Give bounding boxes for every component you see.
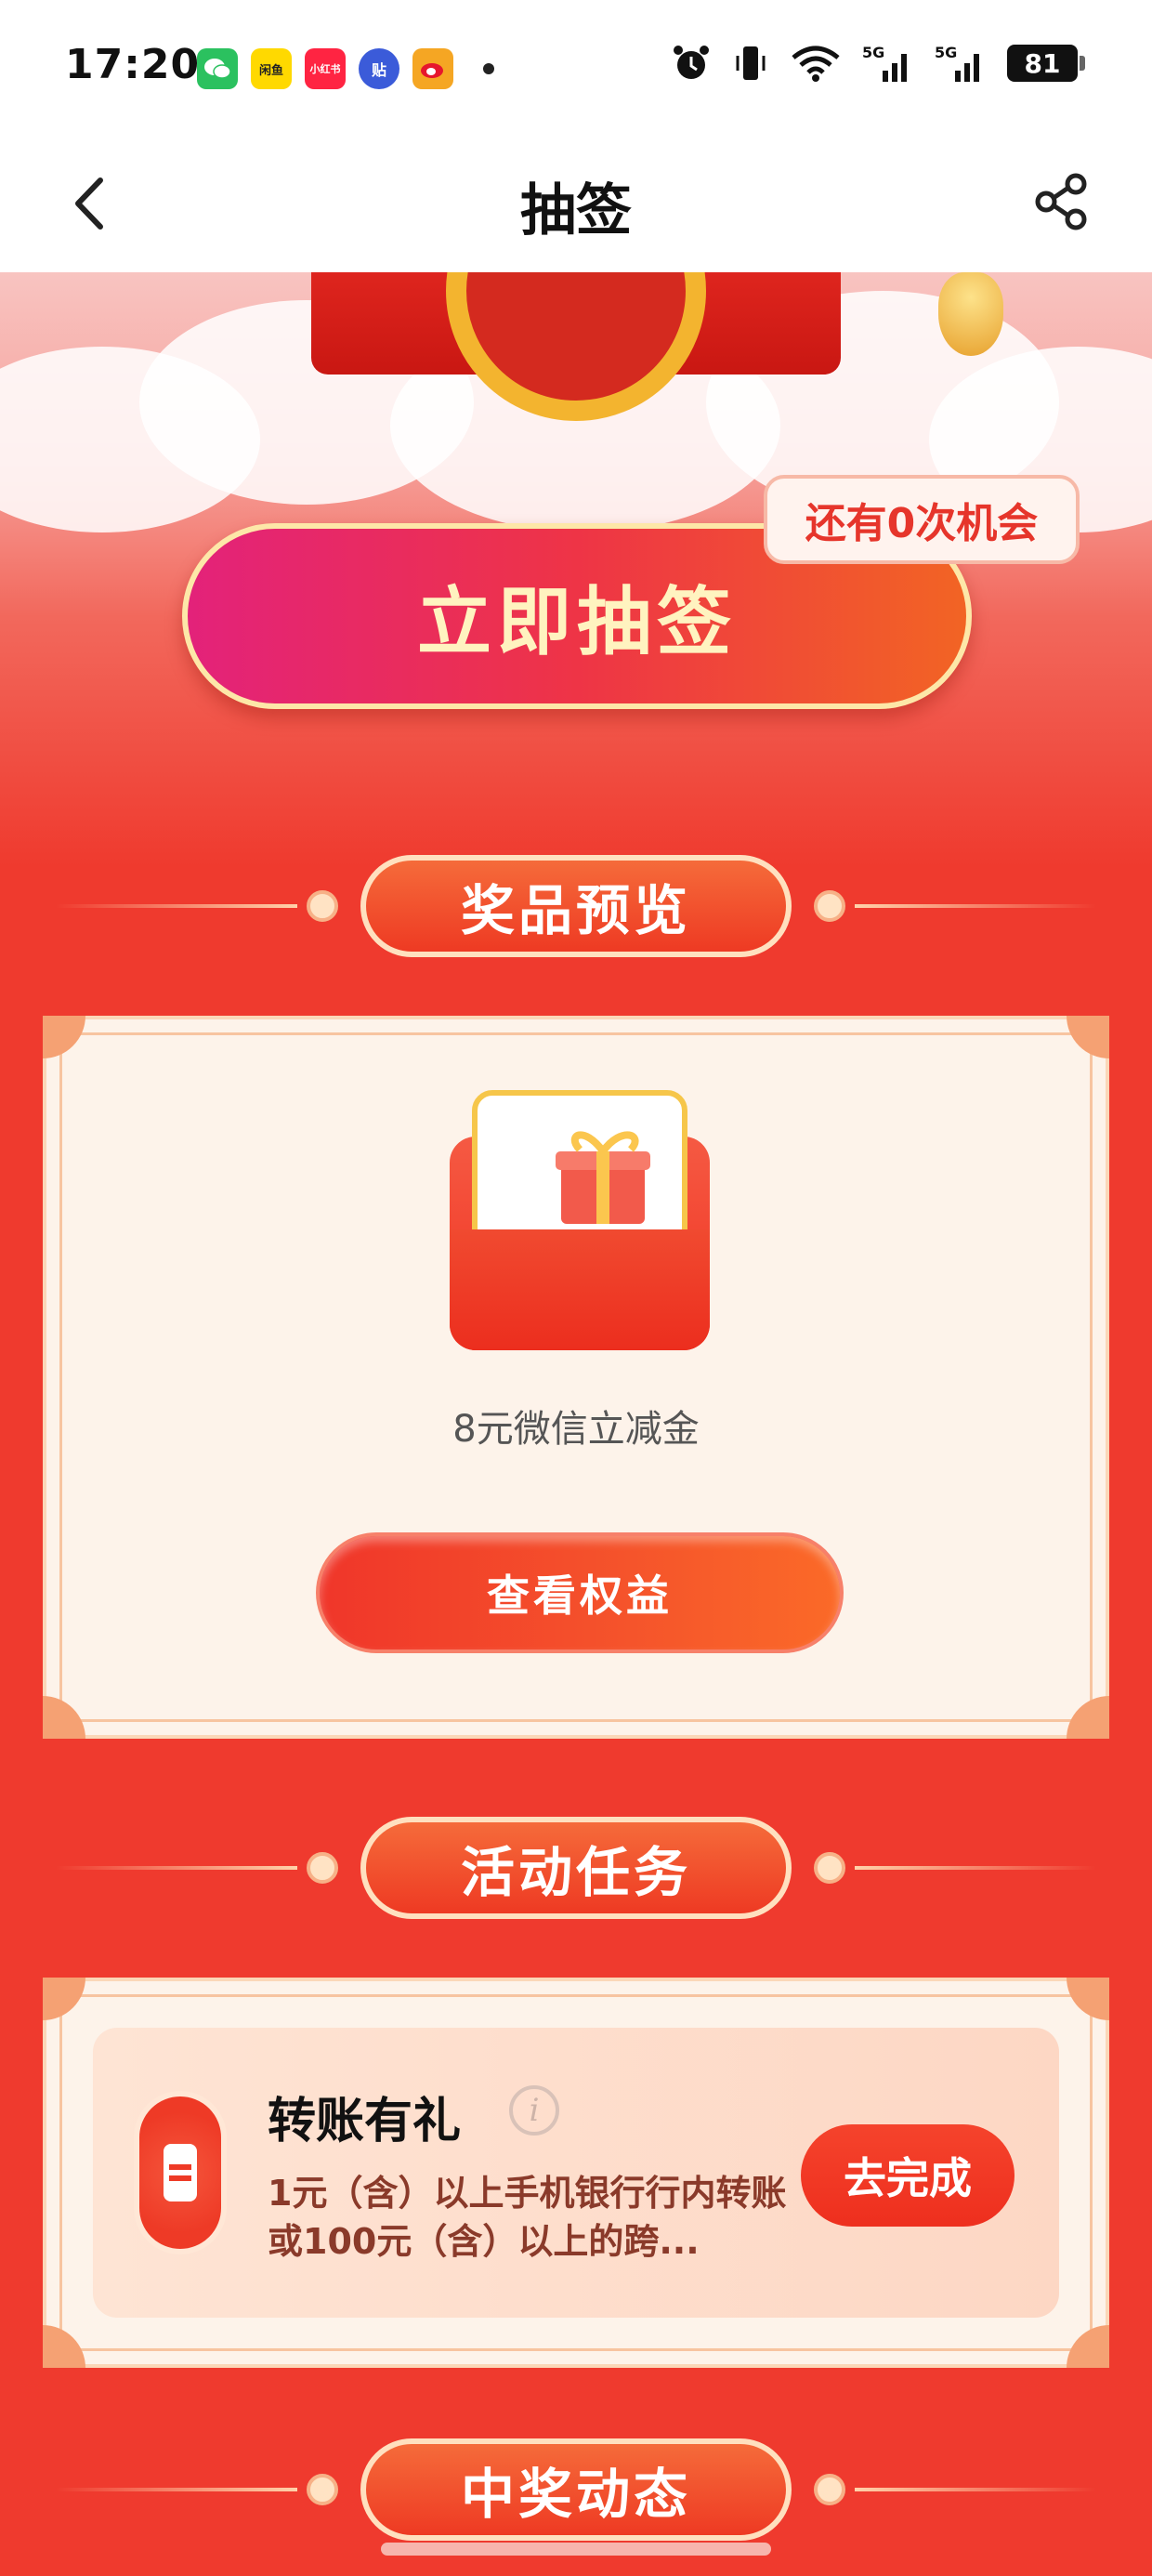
task-card: 转账有礼 i 1元（含）以上手机银行行内转账或100元（含）以上的跨... 去完… — [43, 1978, 1109, 2368]
view-benefits-button[interactable]: 查看权益 — [316, 1532, 844, 1653]
task-title: 转账有礼 — [268, 2094, 462, 2149]
notification-icons: 闲鱼 小红书 贴 — [197, 48, 494, 89]
orb-decoration — [814, 2474, 845, 2505]
section-title: 中奖动态 — [360, 2438, 792, 2541]
section-header-tasks: 活动任务 — [0, 1817, 1152, 1919]
corner-decoration — [1067, 1016, 1109, 1058]
divider-line — [855, 904, 1096, 908]
ingot-decoration — [938, 272, 1003, 356]
divider-line — [855, 1866, 1096, 1870]
divider-line — [56, 2488, 297, 2491]
signal-icon-2: 5G — [935, 43, 987, 84]
page-title: 抽签 — [520, 178, 632, 243]
tieba-icon: 贴 — [359, 48, 399, 89]
battery-indicator: 81 — [1007, 45, 1085, 82]
status-bar: 17:20 闲鱼 小红书 贴 5G 5G 81 — [0, 0, 1152, 138]
corner-decoration — [1067, 1978, 1109, 2020]
weibo-icon — [412, 48, 453, 89]
more-notifications-dot — [483, 63, 494, 74]
prize-preview-card: 8元微信立减金 查看权益 — [43, 1016, 1109, 1739]
divider-line — [56, 1866, 297, 1870]
info-icon[interactable]: i — [509, 2085, 559, 2136]
red-packet-front — [450, 1229, 710, 1350]
share-icon — [1035, 173, 1087, 230]
system-icons: 5G 5G 81 — [671, 43, 1085, 84]
section-title: 活动任务 — [360, 1817, 792, 1919]
phone-transfer-icon — [134, 2091, 227, 2254]
orb-decoration — [307, 890, 338, 922]
section-header-winners: 中奖动态 — [0, 2438, 1152, 2541]
nav-bar: 抽签 — [0, 138, 1152, 272]
orb-decoration — [307, 1852, 338, 1884]
svg-text:5G: 5G — [935, 44, 957, 61]
red-packet-icon — [450, 1090, 710, 1350]
orb-decoration — [814, 890, 845, 922]
task-description: 1元（含）以上手机银行行内转账或100元（含）以上的跨... — [268, 2173, 787, 2262]
prize-name: 8元微信立减金 — [452, 1408, 700, 1451]
alarm-icon — [671, 43, 712, 84]
orb-decoration — [307, 2474, 338, 2505]
remaining-chances-badge: 还有0次机会 — [764, 475, 1080, 564]
xiaohongshu-icon: 小红书 — [305, 48, 346, 89]
vibrate-icon — [732, 43, 769, 84]
corner-decoration — [43, 1978, 85, 2020]
corner-decoration — [43, 1016, 85, 1058]
share-button[interactable] — [1029, 169, 1094, 234]
corner-decoration — [1067, 2325, 1109, 2368]
corner-decoration — [43, 1696, 85, 1739]
xianyu-icon: 闲鱼 — [251, 48, 292, 89]
divider-line — [855, 2488, 1096, 2491]
section-title: 奖品预览 — [360, 855, 792, 957]
divider-line — [56, 904, 297, 908]
orb-decoration — [814, 1852, 845, 1884]
signal-icon: 5G — [862, 43, 914, 84]
status-time: 17:20 — [65, 41, 201, 88]
corner-decoration — [43, 2325, 85, 2368]
corner-decoration — [1067, 1696, 1109, 1739]
section-header-prizes: 奖品预览 — [0, 855, 1152, 957]
go-complete-button[interactable]: 去完成 — [801, 2124, 1015, 2227]
home-indicator[interactable] — [381, 2543, 771, 2556]
wifi-icon — [790, 43, 842, 84]
svg-text:5G: 5G — [862, 44, 884, 61]
hero-banner: 立即抽签 还有0次机会 — [0, 272, 1152, 867]
task-item: 转账有礼 i 1元（含）以上手机银行行内转账或100元（含）以上的跨... 去完… — [93, 2028, 1059, 2318]
wechat-icon — [197, 48, 238, 89]
